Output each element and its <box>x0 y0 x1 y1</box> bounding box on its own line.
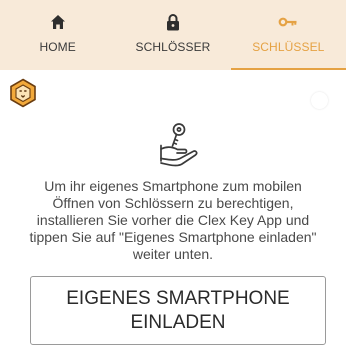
tab-locks[interactable]: SCHLÖSSER <box>115 0 230 70</box>
tab-keys-label: SCHLÜSSEL <box>252 40 325 54</box>
tab-keys[interactable]: SCHLÜSSEL <box>230 0 346 70</box>
home-icon <box>48 12 68 32</box>
tab-home[interactable]: HOME <box>0 0 115 70</box>
key-icon <box>278 12 298 32</box>
tab-home-label: HOME <box>39 40 76 54</box>
hand-with-key-icon <box>158 122 202 168</box>
invite-own-smartphone-button[interactable]: EIGENES SMARTPHONE EINLADEN <box>30 276 326 345</box>
status-dot <box>311 92 328 109</box>
lock-icon <box>163 12 183 32</box>
info-text: Um ihr eigenes Smartphone zum mobilen Öf… <box>29 178 317 262</box>
app-screen: HOME SCHLÖSSER SCHLÜSSEL Um ihr eigenes … <box>0 0 346 351</box>
tab-bar: HOME SCHLÖSSER SCHLÜSSEL <box>0 0 346 70</box>
lion-logo-icon <box>8 78 38 108</box>
tab-locks-label: SCHLÖSSER <box>135 40 211 54</box>
